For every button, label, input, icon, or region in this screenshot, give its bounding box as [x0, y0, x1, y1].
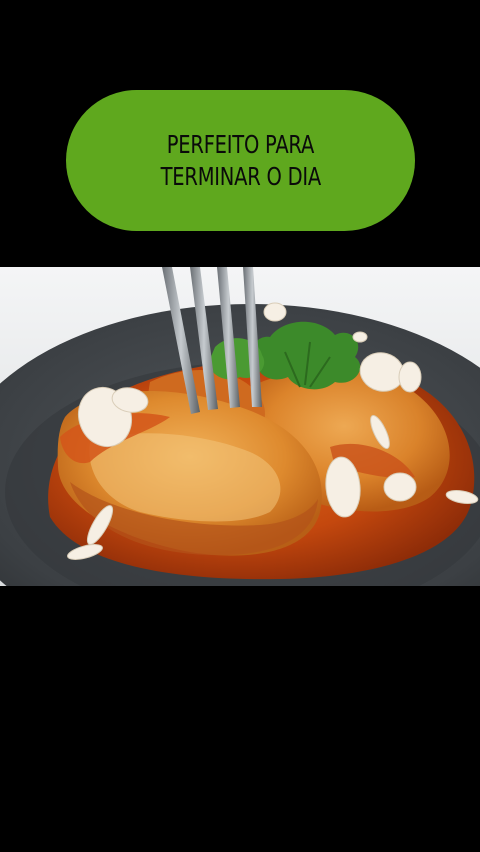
caption-line-2: TERMINAR O DIA [160, 161, 321, 191]
caption-line-1: PERFEITO PARA [166, 129, 315, 159]
food-photo-icon [0, 267, 480, 586]
food-photo [0, 267, 480, 586]
caption-banner: PERFEITO PARA TERMINAR O DIA [66, 90, 415, 231]
